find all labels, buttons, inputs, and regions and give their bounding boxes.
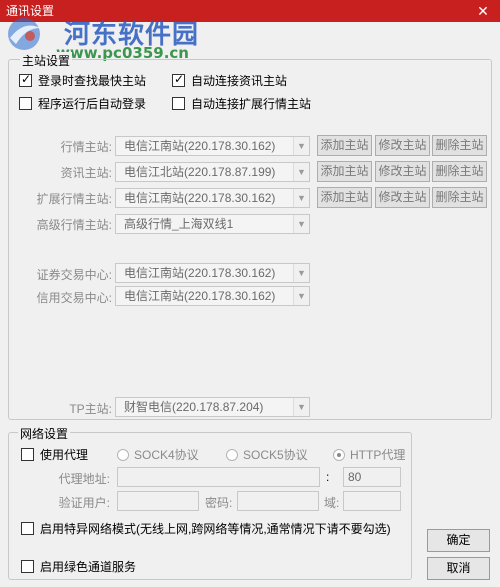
radio-http-dot[interactable] <box>333 448 345 461</box>
chevron-down-icon[interactable]: ▼ <box>293 189 309 207</box>
quote-station-label: 行情主站: <box>60 140 112 154</box>
domain-input[interactable] <box>343 491 401 511</box>
checkbox-auto-connect-ext[interactable]: 自动连接扩展行情主站 <box>172 95 311 112</box>
info-station-select[interactable]: 电信江北站(220.178.87.199) ▼ <box>115 162 310 182</box>
port-separator: : <box>326 470 330 484</box>
close-icon: ✕ <box>477 3 489 19</box>
delete-quote-station-button[interactable]: 删除主站 <box>432 135 487 156</box>
securities-center-label: 证券交易中心: <box>36 268 112 282</box>
tp-station-select[interactable]: 财智电信(220.178.87.204) ▼ <box>115 397 310 417</box>
ext-quote-station-select[interactable]: 电信江南站(220.178.30.162) ▼ <box>115 188 310 208</box>
securities-center-select[interactable]: 电信江南站(220.178.30.162) ▼ <box>115 263 310 283</box>
checkbox-auto-connect-ext-label: 自动连接扩展行情主站 <box>191 97 312 111</box>
info-station-label: 资讯主站: <box>60 166 112 180</box>
checkbox-find-fastest[interactable]: 登录时查找最快主站 <box>19 72 146 89</box>
auth-user-label: 验证用户: <box>58 496 110 510</box>
checkbox-auto-connect-info-label: 自动连接资讯主站 <box>191 74 288 88</box>
checkbox-special-network[interactable]: 启用特异网络模式(无线上网,跨网络等情况,通常情况下请不要勾选) <box>21 520 391 537</box>
chevron-down-icon[interactable]: ▼ <box>293 264 309 282</box>
chevron-down-icon[interactable]: ▼ <box>293 398 309 416</box>
info-station-value: 电信江北站(220.178.87.199) <box>124 165 276 179</box>
radio-sock5-label: SOCK5协议 <box>243 448 308 462</box>
checkbox-use-proxy-box[interactable] <box>21 448 34 461</box>
proxy-address-input[interactable] <box>117 467 320 487</box>
checkbox-use-proxy-label: 使用代理 <box>40 448 89 462</box>
cancel-button[interactable]: 取消 <box>427 557 490 580</box>
credit-center-select[interactable]: 电信江南站(220.178.30.162) ▼ <box>115 286 310 306</box>
ext-quote-station-value: 电信江南站(220.178.30.162) <box>124 191 276 205</box>
checkbox-green-channel-label: 启用绿色通道服务 <box>40 560 137 574</box>
edit-quote-station-button[interactable]: 修改主站 <box>375 135 430 156</box>
quote-station-value: 电信江南站(220.178.30.162) <box>124 139 276 153</box>
checkbox-special-network-box[interactable] <box>21 522 34 535</box>
radio-http[interactable]: HTTP代理 <box>333 446 405 463</box>
network-legend: 网络设置 <box>18 425 71 442</box>
checkbox-auto-connect-ext-box[interactable] <box>172 97 185 110</box>
adv-quote-station-value: 高级行情_上海双线1 <box>124 217 234 231</box>
domain-label: 域: <box>324 496 340 510</box>
add-ext-station-button[interactable]: 添加主站 <box>317 187 372 208</box>
checkbox-green-channel-box[interactable] <box>21 560 34 573</box>
chevron-down-icon[interactable]: ▼ <box>293 287 309 305</box>
checkbox-auto-connect-info[interactable]: 自动连接资讯主站 <box>172 72 287 89</box>
checkbox-use-proxy[interactable]: 使用代理 <box>21 446 88 463</box>
close-button[interactable]: ✕ <box>470 2 496 20</box>
adv-quote-station-label: 高级行情主站: <box>36 218 112 232</box>
tp-station-value: 财智电信(220.178.87.204) <box>124 400 264 414</box>
password-label: 密码: <box>205 496 233 510</box>
checkbox-find-fastest-label: 登录时查找最快主站 <box>38 74 147 88</box>
proxy-address-label: 代理地址: <box>58 472 110 486</box>
main-station-legend: 主站设置 <box>20 52 73 69</box>
radio-sock5-dot[interactable] <box>226 448 238 461</box>
edit-info-station-button[interactable]: 修改主站 <box>375 161 430 182</box>
chevron-down-icon[interactable]: ▼ <box>293 215 309 233</box>
quote-station-select[interactable]: 电信江南站(220.178.30.162) ▼ <box>115 136 310 156</box>
add-quote-station-button[interactable]: 添加主站 <box>317 135 372 156</box>
radio-http-label: HTTP代理 <box>350 448 406 462</box>
password-input[interactable] <box>237 491 319 511</box>
checkbox-find-fastest-box[interactable] <box>19 72 32 87</box>
checkbox-special-network-label: 启用特异网络模式(无线上网,跨网络等情况,通常情况下请不要勾选) <box>40 522 391 536</box>
checkbox-green-channel[interactable]: 启用绿色通道服务 <box>21 558 136 575</box>
checkbox-auto-connect-info-box[interactable] <box>172 72 185 87</box>
radio-sock4-label: SOCK4协议 <box>134 448 199 462</box>
radio-sock5[interactable]: SOCK5协议 <box>226 446 308 463</box>
securities-center-value: 电信江南站(220.178.30.162) <box>124 266 276 280</box>
credit-center-value: 电信江南站(220.178.30.162) <box>124 289 276 303</box>
watermark-logo-icon <box>8 18 40 50</box>
radio-sock4[interactable]: SOCK4协议 <box>117 446 199 463</box>
delete-info-station-button[interactable]: 删除主站 <box>432 161 487 182</box>
ext-quote-station-label: 扩展行情主站: <box>36 192 112 206</box>
tp-station-label: TP主站: <box>69 402 112 416</box>
ok-button[interactable]: 确定 <box>427 529 490 552</box>
delete-ext-station-button[interactable]: 删除主站 <box>432 187 487 208</box>
radio-sock4-dot[interactable] <box>117 448 129 461</box>
adv-quote-station-select[interactable]: 高级行情_上海双线1 ▼ <box>115 214 310 234</box>
proxy-port-input[interactable]: 80 <box>343 467 401 487</box>
edit-ext-station-button[interactable]: 修改主站 <box>375 187 430 208</box>
checkbox-auto-login-box[interactable] <box>19 97 32 110</box>
checkbox-auto-login-label: 程序运行后自动登录 <box>38 97 147 111</box>
add-info-station-button[interactable]: 添加主站 <box>317 161 372 182</box>
checkbox-auto-login[interactable]: 程序运行后自动登录 <box>19 95 146 112</box>
chevron-down-icon[interactable]: ▼ <box>293 163 309 181</box>
auth-user-input[interactable] <box>117 491 199 511</box>
credit-center-label: 信用交易中心: <box>36 291 112 305</box>
chevron-down-icon[interactable]: ▼ <box>293 137 309 155</box>
main-station-group <box>8 59 492 420</box>
